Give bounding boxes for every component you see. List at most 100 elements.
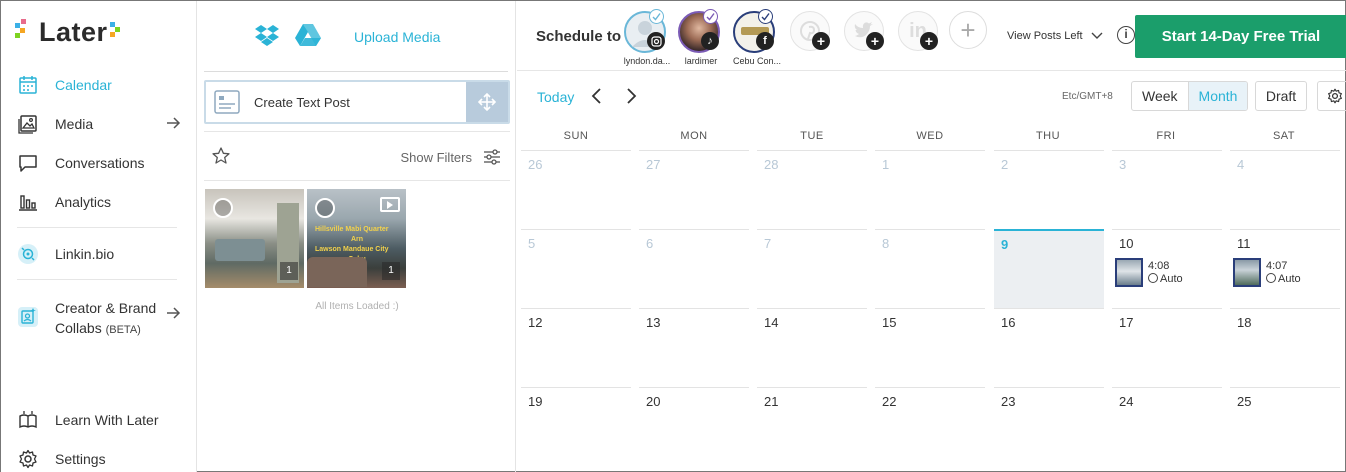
post-thumbnail xyxy=(1233,258,1261,287)
draft-button[interactable]: Draft xyxy=(1255,81,1307,111)
calendar-day-cell[interactable]: 16 xyxy=(994,308,1104,387)
sidebar-item-conversations[interactable]: Conversations xyxy=(17,149,187,177)
auto-publish-icon xyxy=(1266,273,1276,283)
calendar-day-cell[interactable]: 28 xyxy=(757,150,867,229)
day-number: 23 xyxy=(1001,394,1016,409)
google-drive-icon[interactable] xyxy=(294,23,322,47)
calendar-month-grid: SUN MON TUE WED THU FRI SAT 26 27 28 1 2… xyxy=(517,122,1346,472)
media-thumbnail[interactable]: 1 xyxy=(205,189,304,288)
calendar-day-cell[interactable]: 13 xyxy=(639,308,749,387)
day-number: 5 xyxy=(528,236,536,251)
book-icon xyxy=(17,409,39,431)
auto-publish-icon xyxy=(1148,273,1158,283)
day-number: 8 xyxy=(882,236,890,251)
chevron-left-icon[interactable] xyxy=(587,86,607,106)
select-check-icon[interactable] xyxy=(315,198,335,218)
create-text-post-button[interactable]: Create Text Post xyxy=(204,80,510,124)
gear-icon xyxy=(1328,88,1342,104)
calendar-day-cell[interactable]: 15 xyxy=(875,308,985,387)
sidebar-item-settings[interactable]: Settings xyxy=(17,445,187,472)
chevron-right-icon[interactable] xyxy=(621,86,641,106)
calendar-day-cell[interactable]: 11 4:07 Auto xyxy=(1230,229,1340,308)
plus-icon: + xyxy=(866,32,884,50)
star-icon[interactable] xyxy=(211,146,231,166)
upload-media-link[interactable]: Upload Media xyxy=(354,29,440,45)
sidebar-item-analytics[interactable]: Analytics xyxy=(17,188,187,216)
day-header: FRI xyxy=(1156,130,1176,142)
sidebar-item-collabs[interactable]: Creator & Brand Collabs (BETA) xyxy=(17,298,187,338)
calendar-day-cell[interactable]: 25 xyxy=(1230,387,1340,466)
day-number: 10 xyxy=(1119,236,1134,251)
today-button[interactable]: Today xyxy=(537,89,574,105)
sidebar-item-label: Media xyxy=(55,116,94,132)
image-icon xyxy=(17,113,39,135)
day-number: 27 xyxy=(646,157,661,172)
media-thumbnail[interactable]: Hillsville Mabi Quarter Arn Lawson Manda… xyxy=(307,189,406,288)
calendar-settings-button[interactable] xyxy=(1317,81,1346,111)
calendar-day-cell[interactable]: 12 xyxy=(521,308,631,387)
calendar-day-cell[interactable]: 10 4:08 Auto xyxy=(1112,229,1222,308)
day-header: SUN xyxy=(563,130,589,142)
calendar-day-cell[interactable]: 22 xyxy=(875,387,985,466)
text-post-icon xyxy=(214,90,240,114)
week-view-button[interactable]: Week xyxy=(1132,82,1188,110)
day-number: 4 xyxy=(1237,157,1245,172)
sliders-icon[interactable] xyxy=(482,147,502,167)
dropbox-icon[interactable] xyxy=(254,23,280,47)
add-profile-button[interactable]: + xyxy=(949,11,987,49)
show-filters-button[interactable]: Show Filters xyxy=(400,150,472,165)
day-number: 1 xyxy=(882,157,890,172)
calendar-day-cell[interactable]: 14 xyxy=(757,308,867,387)
calendar-day-cell[interactable]: 5 xyxy=(521,229,631,308)
sidebar-item-media[interactable]: Media xyxy=(17,110,187,138)
sidebar-item-learn[interactable]: Learn With Later xyxy=(17,406,187,434)
calendar-day-cell-today[interactable]: 9 xyxy=(994,229,1104,308)
arrow-right-icon[interactable] xyxy=(165,305,181,321)
calendar-day-cell[interactable]: 3 xyxy=(1112,150,1222,229)
day-number: 16 xyxy=(1001,315,1016,330)
media-library-panel: Upload Media Create Text Post Show Filte… xyxy=(198,1,516,472)
day-number: 28 xyxy=(764,157,779,172)
calendar-day-cell[interactable]: 21 xyxy=(757,387,867,466)
calendar-day-cell[interactable]: 20 xyxy=(639,387,749,466)
post-thumbnail xyxy=(1115,258,1143,287)
bar-chart-icon xyxy=(17,191,39,213)
day-number: 24 xyxy=(1119,394,1134,409)
select-check-icon[interactable] xyxy=(213,198,233,218)
calendar-day-cell[interactable]: 4 xyxy=(1230,150,1340,229)
info-icon[interactable]: i xyxy=(1117,26,1135,44)
calendar-day-cell[interactable]: 23 xyxy=(994,387,1104,466)
calendar-day-cell[interactable]: 26 xyxy=(521,150,631,229)
sidebar-item-linkinbio[interactable]: Linkin.bio xyxy=(17,240,187,268)
arrow-right-icon[interactable] xyxy=(165,115,181,131)
calendar-day-cell[interactable]: 6 xyxy=(639,229,749,308)
scheduled-post[interactable]: 4:08 Auto xyxy=(1115,258,1183,287)
all-items-loaded-text: All Items Loaded :) xyxy=(315,301,399,312)
sidebar-item-calendar[interactable]: Calendar xyxy=(17,71,187,99)
calendar-day-cell[interactable]: 1 xyxy=(875,150,985,229)
filter-bar: Show Filters xyxy=(204,131,510,181)
calendar-day-cell[interactable]: 7 xyxy=(757,229,867,308)
plus-icon: + xyxy=(812,32,830,50)
calendar-day-cell[interactable]: 18 xyxy=(1230,308,1340,387)
view-posts-left-dropdown[interactable]: View Posts Left xyxy=(1007,30,1103,42)
day-number: 22 xyxy=(882,394,897,409)
month-view-button[interactable]: Month xyxy=(1187,82,1248,110)
start-free-trial-button[interactable]: Start 14-Day Free Trial xyxy=(1135,15,1346,58)
logo-mark-icon xyxy=(15,17,41,47)
calendar-day-cell[interactable]: 8 xyxy=(875,229,985,308)
drag-handle[interactable] xyxy=(466,82,508,122)
sidebar-item-label: Analytics xyxy=(55,194,112,210)
calendar-day-cell[interactable]: 19 xyxy=(521,387,631,466)
calendar-day-cell[interactable]: 27 xyxy=(639,150,749,229)
upload-bar: Upload Media xyxy=(204,1,508,72)
scheduled-post[interactable]: 4:07 Auto xyxy=(1233,258,1301,287)
plus-icon: + xyxy=(960,14,976,45)
later-logo[interactable]: Later xyxy=(15,15,120,49)
schedule-bar: Schedule to lyndon.da... ♪ lardimer f Ce… xyxy=(517,1,1346,71)
calendar-day-cell[interactable]: 24 xyxy=(1112,387,1222,466)
chat-icon xyxy=(17,152,39,174)
day-header: TUE xyxy=(800,130,824,142)
calendar-day-cell[interactable]: 17 xyxy=(1112,308,1222,387)
calendar-day-cell[interactable]: 2 xyxy=(994,150,1104,229)
